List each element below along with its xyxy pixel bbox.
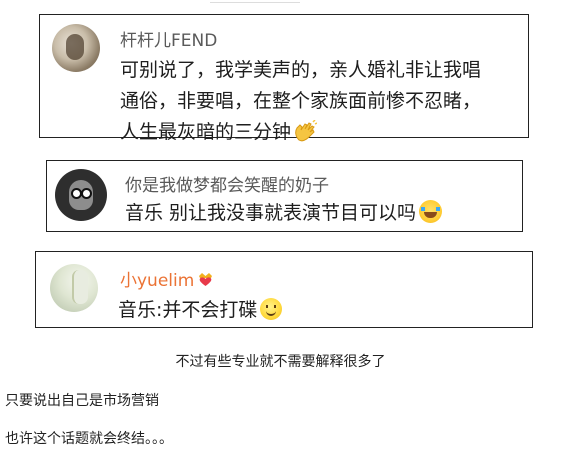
comment-line-text: 音乐 别让我没事就表演节目可以吗	[125, 202, 417, 224]
avatar[interactable]	[50, 264, 98, 312]
comment-username-row: 小yuelim	[120, 266, 214, 291]
page: 杆杆儿FEND 可别说了，我学美声的，亲人婚礼非让我唱 通俗，非要唱，在整个家族…	[0, 0, 561, 456]
caption-text: 不过有些专业就不需要解释很多了	[175, 354, 386, 370]
avatar-eye	[81, 188, 92, 199]
comment-username[interactable]: 小yuelim	[120, 271, 194, 291]
comment-line-text: 音乐:并不会打碟	[118, 299, 258, 321]
comment-username[interactable]: 杆杆儿FEND	[120, 26, 217, 51]
comment-card: 小yuelim 音乐:并不会打碟	[35, 251, 533, 328]
comment-line: 可别说了，我学美声的，亲人婚礼非让我唱	[120, 59, 482, 81]
comment-line: 人生最灰暗的三分钟	[120, 117, 481, 148]
avatar-face	[69, 180, 93, 210]
comment-text: 可别说了，我学美声的，亲人婚礼非让我唱 通俗，非要唱，在整个家族面前惨不忍睹， …	[120, 55, 481, 148]
comment-card: 你是我做梦都会笑醒的奶子 音乐 别让我没事就表演节目可以吗	[46, 160, 523, 232]
cropped-top-edge	[210, 0, 300, 3]
caption-text: 也许这个话题就会终结。。。	[5, 431, 173, 447]
comment-line: 通俗，非要唱，在整个家族面前惨不忍睹，	[120, 90, 482, 112]
comment-text: 音乐 别让我没事就表演节目可以吗	[125, 198, 443, 229]
waving-hand-emoji	[293, 118, 318, 142]
smile-emoji	[260, 297, 283, 320]
avatar[interactable]	[55, 169, 107, 221]
laughing-tears-emoji	[419, 200, 443, 223]
comment-username[interactable]: 你是我做梦都会笑醒的奶子	[125, 171, 329, 196]
comment-text: 音乐:并不会打碟	[118, 295, 283, 326]
crown-heart-badge-icon	[197, 272, 214, 287]
caption-text: 只要说出自己是市场营销	[5, 393, 159, 409]
comment-line-text: 人生最灰暗的三分钟	[120, 121, 292, 143]
comment-card: 杆杆儿FEND 可别说了，我学美声的，亲人婚礼非让我唱 通俗，非要唱，在整个家族…	[39, 14, 529, 143]
avatar[interactable]	[52, 24, 100, 72]
